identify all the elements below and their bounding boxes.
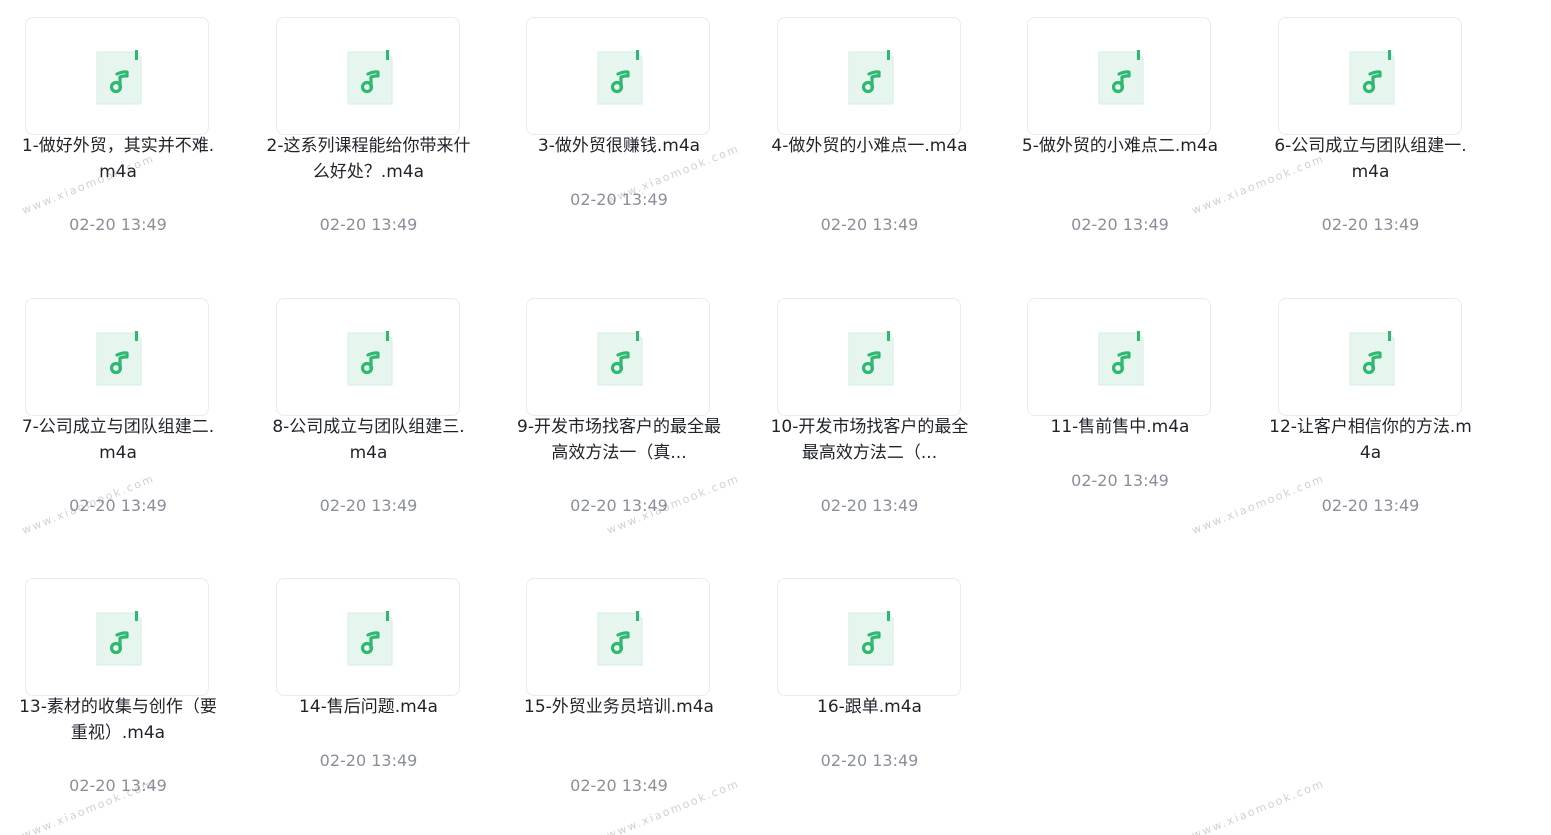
file-name[interactable]: 16-跟单.m4a	[752, 694, 988, 720]
file-tile[interactable]: 8-公司成立与团队组建三.m4a 02-20 13:49	[251, 281, 471, 551]
audio-file-icon	[346, 50, 394, 106]
file-modified-time: 02-20 13:49	[319, 215, 418, 234]
file-name[interactable]: 8-公司成立与团队组建三.m4a	[251, 414, 487, 466]
file-tile[interactable]: 2-这系列课程能给你带来什么好处？.m4a 02-20 13:49	[251, 0, 471, 270]
audio-file-icon	[95, 50, 143, 106]
file-modified-time: 02-20 13:49	[820, 496, 919, 515]
audio-file-icon	[1348, 50, 1396, 106]
audio-file-icon	[95, 611, 143, 667]
file-tile[interactable]: 1-做好外贸，其实并不难.m4a 02-20 13:49	[0, 0, 220, 270]
audio-file-icon	[847, 331, 895, 387]
file-modified-time: 02-20 13:49	[1321, 215, 1420, 234]
file-thumbnail[interactable]	[1277, 17, 1462, 135]
file-tile[interactable]: 9-开发市场找客户的最全最高效方法一（真... 02-20 13:49	[501, 281, 721, 551]
file-name[interactable]: 3-做外贸很赚钱.m4a	[501, 133, 737, 159]
file-tile[interactable]: 13-素材的收集与创作（要重视）.m4a 02-20 13:49	[0, 561, 220, 831]
audio-file-icon	[346, 611, 394, 667]
file-modified-time: 02-20 13:49	[570, 496, 668, 515]
file-thumbnail[interactable]	[25, 298, 209, 416]
file-tile[interactable]: 10-开发市场找客户的最全最高效方法二（... 02-20 13:49	[752, 281, 972, 551]
file-modified-time: 02-20 13:49	[1071, 471, 1169, 490]
file-grid-page: 1-做好外贸，其实并不难.m4a 02-20 13:49 2-这系列课程能给你带来…	[0, 0, 1551, 835]
file-thumbnail[interactable]	[275, 298, 460, 416]
file-thumbnail[interactable]	[25, 578, 209, 696]
audio-file-icon	[95, 331, 143, 387]
file-thumbnail[interactable]	[275, 17, 460, 135]
file-modified-time: 02-20 13:49	[570, 190, 668, 209]
file-name[interactable]: 13-素材的收集与创作（要重视）.m4a	[0, 694, 236, 746]
file-modified-time: 02-20 13:49	[69, 496, 167, 515]
file-name[interactable]: 6-公司成立与团队组建一.m4a	[1253, 133, 1489, 185]
file-thumbnail[interactable]	[776, 298, 961, 416]
audio-file-icon	[596, 611, 644, 667]
file-name[interactable]: 15-外贸业务员培训.m4a	[501, 694, 737, 720]
file-modified-time: 02-20 13:49	[1071, 215, 1169, 234]
file-thumbnail[interactable]	[776, 578, 961, 696]
file-name[interactable]: 5-做外贸的小难点二.m4a	[1002, 133, 1238, 159]
watermark-text: www.xiaomook.com	[1190, 776, 1327, 835]
file-modified-time: 02-20 13:49	[319, 751, 418, 770]
file-thumbnail[interactable]	[1277, 298, 1462, 416]
file-tile[interactable]: 4-做外贸的小难点一.m4a 02-20 13:49	[752, 0, 972, 270]
audio-file-icon	[847, 611, 895, 667]
file-thumbnail[interactable]	[526, 578, 710, 696]
file-thumbnail[interactable]	[526, 298, 710, 416]
file-tile[interactable]: 15-外贸业务员培训.m4a 02-20 13:49	[501, 561, 721, 831]
audio-file-icon	[596, 50, 644, 106]
file-thumbnail[interactable]	[526, 17, 710, 135]
file-name[interactable]: 9-开发市场找客户的最全最高效方法一（真...	[501, 414, 737, 466]
file-name[interactable]: 7-公司成立与团队组建二.m4a	[0, 414, 236, 466]
file-name[interactable]: 11-售前售中.m4a	[1002, 414, 1238, 440]
file-modified-time: 02-20 13:49	[1321, 496, 1420, 515]
file-tile[interactable]: 12-让客户相信你的方法.m4a 02-20 13:49	[1253, 281, 1473, 551]
file-modified-time: 02-20 13:49	[319, 496, 418, 515]
file-tile[interactable]: 14-售后问题.m4a 02-20 13:49	[251, 561, 471, 831]
audio-file-icon	[1348, 331, 1396, 387]
file-modified-time: 02-20 13:49	[820, 751, 919, 770]
file-modified-time: 02-20 13:49	[69, 776, 167, 795]
file-tile[interactable]: 6-公司成立与团队组建一.m4a 02-20 13:49	[1253, 0, 1473, 270]
audio-file-icon	[596, 331, 644, 387]
file-name[interactable]: 4-做外贸的小难点一.m4a	[752, 133, 988, 159]
file-name[interactable]: 10-开发市场找客户的最全最高效方法二（...	[752, 414, 988, 466]
file-tile[interactable]: 7-公司成立与团队组建二.m4a 02-20 13:49	[0, 281, 220, 551]
file-modified-time: 02-20 13:49	[570, 776, 668, 795]
file-tile[interactable]: 11-售前售中.m4a 02-20 13:49	[1002, 281, 1222, 551]
file-name[interactable]: 1-做好外贸，其实并不难.m4a	[0, 133, 236, 185]
audio-file-icon	[1097, 50, 1145, 106]
file-thumbnail[interactable]	[25, 17, 209, 135]
file-modified-time: 02-20 13:49	[69, 215, 167, 234]
file-name[interactable]: 12-让客户相信你的方法.m4a	[1253, 414, 1489, 466]
file-name[interactable]: 14-售后问题.m4a	[251, 694, 487, 720]
file-thumbnail[interactable]	[1027, 298, 1211, 416]
file-tile[interactable]: 16-跟单.m4a 02-20 13:49	[752, 561, 972, 831]
audio-file-icon	[847, 50, 895, 106]
file-tile[interactable]: 5-做外贸的小难点二.m4a 02-20 13:49	[1002, 0, 1222, 270]
file-thumbnail[interactable]	[275, 578, 460, 696]
audio-file-icon	[346, 331, 394, 387]
file-modified-time: 02-20 13:49	[820, 215, 919, 234]
file-thumbnail[interactable]	[1027, 17, 1211, 135]
file-name[interactable]: 2-这系列课程能给你带来什么好处？.m4a	[251, 133, 487, 185]
audio-file-icon	[1097, 331, 1145, 387]
file-tile[interactable]: 3-做外贸很赚钱.m4a 02-20 13:49	[501, 0, 721, 270]
file-thumbnail[interactable]	[776, 17, 961, 135]
